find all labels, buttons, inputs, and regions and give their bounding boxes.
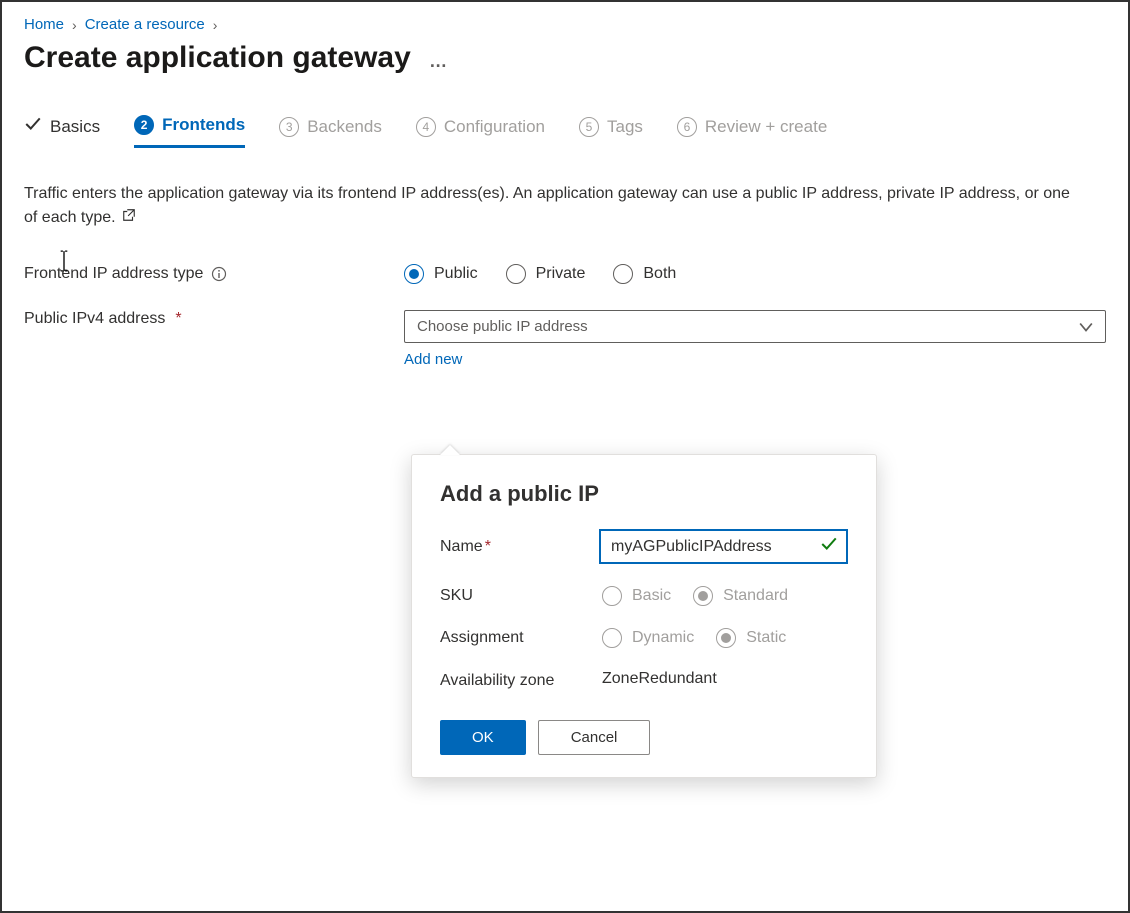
radio-assign-static: Static <box>716 628 786 648</box>
tab-frontends-label: Frontends <box>162 115 245 135</box>
radio-assign-dynamic-label: Dynamic <box>632 629 694 647</box>
required-star-icon: * <box>485 538 491 555</box>
tab-step-number-icon: 3 <box>279 117 299 137</box>
radio-assign-static-label: Static <box>746 629 786 647</box>
chevron-right-icon: › <box>72 17 77 33</box>
tab-step-number-icon: 5 <box>579 117 599 137</box>
tab-step-number-icon: 6 <box>677 117 697 137</box>
select-public-ip[interactable]: Choose public IP address <box>404 310 1106 343</box>
page-title-text: Create application gateway <box>24 41 411 74</box>
callout-buttons: OK Cancel <box>440 720 848 755</box>
intro-text: Traffic enters the application gateway v… <box>24 182 1084 230</box>
tabs: Basics 2 Frontends 3 Backends 4 Configur… <box>24 115 1106 154</box>
radio-group-sku: Basic Standard <box>602 586 788 606</box>
tab-review-label: Review + create <box>705 117 827 137</box>
cancel-button[interactable]: Cancel <box>538 720 651 755</box>
chevron-down-icon <box>1079 320 1093 334</box>
more-icon[interactable]: … <box>429 51 449 71</box>
tab-frontends[interactable]: 2 Frontends <box>134 115 245 148</box>
tab-configuration-label: Configuration <box>444 117 545 137</box>
breadcrumb-home[interactable]: Home <box>24 16 64 33</box>
row-assignment: Assignment Dynamic Static <box>440 628 848 648</box>
tab-tags-label: Tags <box>607 117 643 137</box>
radio-both-label: Both <box>643 265 676 283</box>
radio-public-label: Public <box>434 265 478 283</box>
radio-group-ip-type: Public Private Both <box>404 264 676 284</box>
name-field[interactable] <box>609 537 820 557</box>
checkmark-icon <box>24 115 42 138</box>
ok-button[interactable]: OK <box>440 720 526 755</box>
required-star-icon: * <box>175 310 181 328</box>
label-name: Name* <box>440 538 599 556</box>
radio-sku-basic: Basic <box>602 586 671 606</box>
row-public-ip: Public IPv4 address* Choose public IP ad… <box>24 310 1106 343</box>
tab-step-number-icon: 4 <box>416 117 436 137</box>
row-sku: SKU Basic Standard <box>440 586 848 606</box>
radio-assign-dynamic: Dynamic <box>602 628 694 648</box>
callout-title: Add a public IP <box>440 481 848 507</box>
tab-basics-label: Basics <box>50 117 100 137</box>
name-field-wrap <box>599 529 848 564</box>
tab-backends[interactable]: 3 Backends <box>279 117 382 147</box>
tab-tags[interactable]: 5 Tags <box>579 117 643 147</box>
label-public-ip: Public IPv4 address* <box>24 310 404 328</box>
radio-both[interactable]: Both <box>613 264 676 284</box>
select-public-ip-placeholder: Choose public IP address <box>417 318 588 335</box>
value-availability-zone: ZoneRedundant <box>602 670 717 688</box>
page-title: Create application gateway … <box>24 41 1106 75</box>
radio-public[interactable]: Public <box>404 264 478 284</box>
add-public-ip-callout: Add a public IP Name* SKU Basic Standard… <box>411 454 877 778</box>
radio-group-assignment: Dynamic Static <box>602 628 786 648</box>
radio-private-label: Private <box>536 265 586 283</box>
label-sku: SKU <box>440 587 602 605</box>
row-name: Name* <box>440 529 848 564</box>
radio-sku-basic-label: Basic <box>632 587 671 605</box>
external-link-icon[interactable] <box>122 206 136 230</box>
add-new-link[interactable]: Add new <box>404 351 1106 368</box>
tab-backends-label: Backends <box>307 117 382 137</box>
tab-configuration[interactable]: 4 Configuration <box>416 117 545 147</box>
row-availability-zone: Availability zone ZoneRedundant <box>440 670 848 692</box>
valid-checkmark-icon <box>820 535 838 558</box>
tab-review-create[interactable]: 6 Review + create <box>677 117 827 147</box>
tab-step-number-icon: 2 <box>134 115 154 135</box>
tab-basics[interactable]: Basics <box>24 115 100 148</box>
breadcrumb: Home › Create a resource › <box>24 12 1106 39</box>
radio-private[interactable]: Private <box>506 264 586 284</box>
label-assignment: Assignment <box>440 629 602 647</box>
label-frontend-ip-type: Frontend IP address type <box>24 265 404 283</box>
row-frontend-ip-type: Frontend IP address type Public Private … <box>24 264 1106 284</box>
breadcrumb-create-resource[interactable]: Create a resource <box>85 16 205 33</box>
radio-sku-standard: Standard <box>693 586 788 606</box>
label-availability-zone: Availability zone <box>440 670 602 692</box>
chevron-right-icon: › <box>213 17 218 33</box>
info-icon[interactable] <box>211 266 227 282</box>
radio-sku-standard-label: Standard <box>723 587 788 605</box>
